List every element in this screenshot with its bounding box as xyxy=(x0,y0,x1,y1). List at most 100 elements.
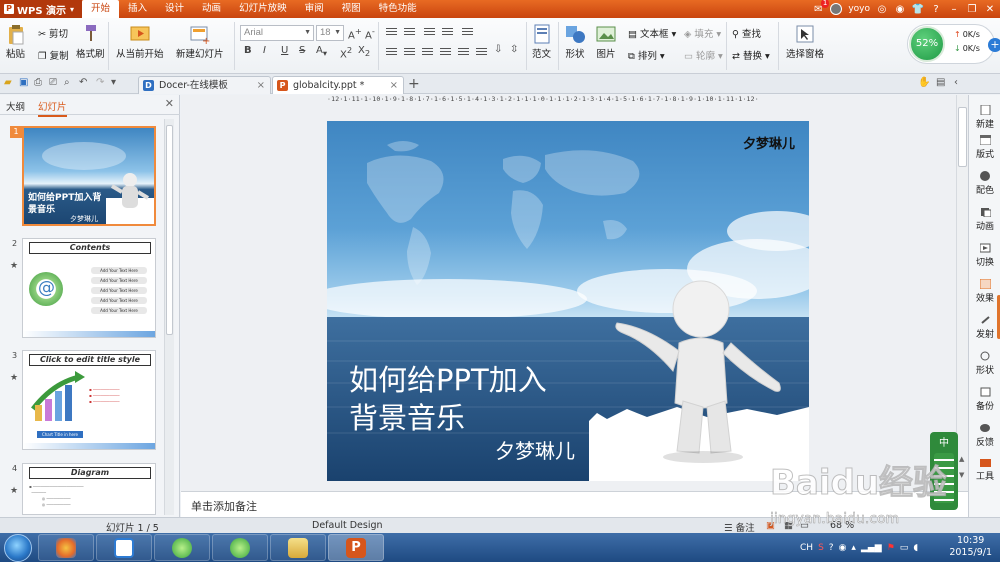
slide-title[interactable]: 如何给PPT加入 背景音乐 xyxy=(349,361,609,437)
outline-button[interactable]: ▭ 轮廓 ▾ xyxy=(684,48,723,62)
open-folder-icon[interactable]: ▰ xyxy=(4,77,16,89)
tray-expand-icon[interactable]: ▴ xyxy=(851,543,856,553)
share-icon[interactable]: ◉ xyxy=(894,3,906,15)
tab-docer-templates[interactable]: D Docer-在线模板 × xyxy=(138,76,271,94)
flag-icon[interactable]: ⚑ xyxy=(887,543,895,553)
tab-slides[interactable]: 幻灯片 xyxy=(38,99,67,117)
next-slide-icon[interactable]: ▼ xyxy=(959,471,964,479)
ime-toolbar[interactable]: 中 xyxy=(930,432,958,510)
new-slide-button[interactable]: + 新建幻灯片 xyxy=(176,24,224,60)
align-center-icon[interactable] xyxy=(404,48,415,57)
align-left-icon[interactable] xyxy=(386,48,397,57)
star-icon[interactable]: ★ xyxy=(10,261,18,271)
export-pdf-icon[interactable]: ⎙ xyxy=(34,77,46,89)
monitor-icon[interactable]: ▭ xyxy=(900,543,909,553)
pane-transition[interactable]: 切换 xyxy=(969,243,1000,268)
font-color-icon[interactable]: A▾ xyxy=(316,45,327,58)
zoom-level[interactable]: 68 % xyxy=(830,520,854,531)
pane-broadcast[interactable]: 发射 xyxy=(969,315,1000,340)
pane-animation[interactable]: 动画 xyxy=(969,207,1000,232)
save-icon[interactable]: ▣ xyxy=(19,77,31,89)
distribute-icon[interactable] xyxy=(458,48,469,57)
subscript-icon[interactable]: X2 xyxy=(358,45,370,58)
pane-feedback[interactable]: 反馈 xyxy=(969,423,1000,448)
avatar[interactable] xyxy=(830,3,843,15)
close-tab-icon[interactable]: × xyxy=(257,77,265,94)
start-button[interactable] xyxy=(4,534,32,562)
selection-pane-button[interactable]: 选择窗格 xyxy=(786,24,824,60)
increase-indent-icon[interactable] xyxy=(442,28,453,37)
text-direction-icon[interactable]: ⇩ xyxy=(494,44,502,55)
network-speed-widget[interactable]: 52% ↑ 0K/s ↓ 0K/s + xyxy=(907,24,1000,64)
canvas-scrollbar[interactable]: ▲ ▼ xyxy=(956,95,968,491)
taskbar-app-3[interactable] xyxy=(154,534,210,561)
scrollbar-thumb[interactable] xyxy=(166,125,173,335)
star-icon[interactable]: ★ xyxy=(10,486,18,496)
new-tab-button[interactable]: + xyxy=(408,76,420,92)
vertical-align-icon[interactable]: ⇳ xyxy=(510,44,518,55)
mail-icon[interactable]: ✉ 1 xyxy=(812,0,830,15)
slide-thumbnail-4[interactable]: Diagram ▪ ───────────────────── ────── ◎… xyxy=(22,463,156,515)
textbox-button[interactable]: ▤ 文本框 ▾ xyxy=(628,26,676,40)
sync-icon[interactable]: ◎ xyxy=(876,3,888,15)
input-language[interactable]: CH xyxy=(800,543,813,553)
picture-button[interactable]: 图片 xyxy=(596,24,616,60)
redo-icon[interactable]: ↷ xyxy=(96,77,108,89)
taskbar-app-1[interactable] xyxy=(38,534,94,561)
find-button[interactable]: ⚲ 查找 xyxy=(732,26,761,40)
speed-expand-button[interactable]: + xyxy=(988,38,1000,52)
slide-thumbnail-2[interactable]: Contents @ Add Your Text Here Add Your T… xyxy=(22,238,156,338)
app-menu-button[interactable]: P WPS 演示 ▾ xyxy=(0,0,82,18)
taskbar-wps[interactable]: P xyxy=(328,534,384,561)
print-preview-icon[interactable]: ⌕ xyxy=(64,77,76,89)
tab-outline[interactable]: 大纲 xyxy=(6,99,25,113)
slide-thumbnail-1[interactable]: 如何给PPT加入背景音乐 夕梦琳儿 xyxy=(22,126,156,226)
numbered-list-icon[interactable] xyxy=(404,28,415,37)
close-tab-icon[interactable]: × xyxy=(390,77,398,94)
superscript-icon[interactable]: X2 xyxy=(340,45,352,60)
columns-icon[interactable] xyxy=(476,48,487,57)
sorter-view-icon[interactable]: ▦ xyxy=(784,520,793,531)
justify-icon[interactable] xyxy=(440,48,451,57)
skin-icon[interactable]: 👕 xyxy=(912,3,924,15)
hand-tool-icon[interactable]: ✋ xyxy=(918,77,930,89)
bold-icon[interactable]: B xyxy=(244,45,252,56)
pane-color-scheme[interactable]: 配色 xyxy=(969,171,1000,196)
slide-author[interactable]: 夕梦琳儿 xyxy=(495,435,575,464)
grow-font-icon[interactable]: A+ xyxy=(348,26,362,41)
font-name-select[interactable]: Arial ▼ xyxy=(240,25,314,41)
restore-icon[interactable]: ❐ xyxy=(966,3,978,15)
play-from-current-button[interactable]: 从当前开始 xyxy=(116,24,164,60)
tab-list-icon[interactable]: ▤ xyxy=(936,77,948,89)
tab-view[interactable]: 视图 xyxy=(333,0,370,18)
replace-button[interactable]: ⇄ 替换 ▾ xyxy=(732,48,770,62)
tab-insert[interactable]: 插入 xyxy=(119,0,156,18)
taskbar-explorer[interactable] xyxy=(270,534,326,561)
tab-review[interactable]: 审阅 xyxy=(296,0,333,18)
print-icon[interactable]: ⎚ xyxy=(49,77,61,89)
pane-shapes[interactable]: 形状 xyxy=(969,351,1000,376)
tab-slideshow[interactable]: 幻灯片放映 xyxy=(230,0,296,18)
tab-design[interactable]: 设计 xyxy=(156,0,193,18)
template-button[interactable]: 范文 xyxy=(532,24,551,60)
tab-globalcity[interactable]: P globalcity.ppt * × xyxy=(272,76,404,94)
tray-app-icon[interactable]: ◉ xyxy=(839,543,847,553)
help-icon[interactable]: ? xyxy=(829,543,834,553)
taskbar-app-4[interactable] xyxy=(212,534,268,561)
minimize-icon[interactable]: – xyxy=(948,3,960,15)
fill-button[interactable]: ◈ 填充 ▾ xyxy=(684,26,721,40)
font-size-select[interactable]: 18 ▼ xyxy=(316,25,344,41)
reading-view-icon[interactable]: ▭ xyxy=(800,520,809,531)
italic-icon[interactable]: I xyxy=(263,45,266,56)
slide-canvas[interactable]: 夕梦琳儿 如何给PPT加入 背景音乐 夕梦琳儿 xyxy=(327,121,809,481)
close-icon[interactable]: ✕ xyxy=(984,3,996,15)
paste-button[interactable]: 粘贴 xyxy=(6,24,25,60)
signal-icon[interactable]: ▂▄▆ xyxy=(861,543,882,553)
align-right-icon[interactable] xyxy=(422,48,433,57)
clock[interactable]: 10:39 2015/9/1 xyxy=(949,535,992,559)
thumbnail-scrollbar[interactable] xyxy=(164,119,174,515)
shape-button[interactable]: 形状 xyxy=(564,24,586,60)
copy-button[interactable]: ❐ 复制 xyxy=(38,48,69,62)
shrink-font-icon[interactable]: A- xyxy=(365,26,375,41)
pane-effects[interactable]: 效果 xyxy=(969,279,1000,304)
